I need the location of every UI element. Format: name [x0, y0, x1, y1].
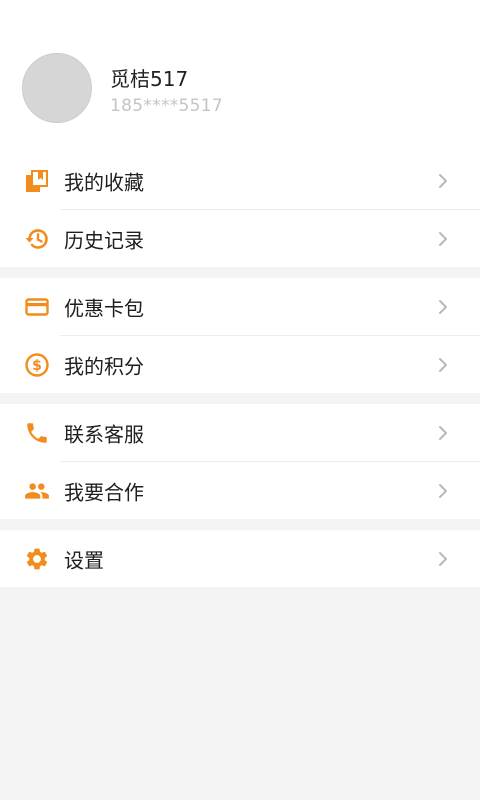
chevron-right-icon — [439, 483, 447, 498]
card-icon — [24, 294, 50, 320]
menu-item-settings[interactable]: 设置 — [0, 530, 480, 587]
menu-group-2: 优惠卡包 $ 我的积分 — [0, 278, 480, 393]
phone-icon — [24, 420, 50, 446]
history-icon — [24, 226, 50, 252]
favorites-icon — [24, 168, 50, 194]
menu-item-coupons[interactable]: 优惠卡包 — [0, 278, 480, 335]
chevron-right-icon — [439, 299, 447, 314]
menu-label-favorites: 我的收藏 — [64, 170, 144, 194]
section-gap — [0, 393, 480, 404]
menu-item-service[interactable]: 联系客服 — [0, 404, 480, 461]
chevron-right-icon — [439, 173, 447, 188]
chevron-right-icon — [439, 425, 447, 440]
chevron-right-icon — [439, 231, 447, 246]
menu-group-3: 联系客服 我要合作 — [0, 404, 480, 519]
menu-label-history: 历史记录 — [64, 228, 144, 252]
menu-item-favorites[interactable]: 我的收藏 — [0, 152, 480, 209]
svg-text:$: $ — [32, 358, 42, 374]
menu-label-settings: 设置 — [64, 548, 104, 572]
profile-screen: 觅桔517 185****5517 我的收藏 历史记录 优惠卡包 $ 我的积分 … — [0, 0, 480, 800]
people-icon — [24, 478, 50, 504]
chevron-right-icon — [439, 357, 447, 372]
chevron-right-icon — [439, 551, 447, 566]
menu-label-cooperate: 我要合作 — [64, 480, 144, 504]
phone-number: 185****5517 — [110, 96, 224, 116]
menu-group-1: 我的收藏 历史记录 — [0, 152, 480, 267]
menu-label-points: 我的积分 — [64, 354, 144, 378]
menu-group-4: 设置 — [0, 530, 480, 587]
username: 觅桔517 — [110, 67, 189, 91]
menu-item-points[interactable]: $ 我的积分 — [0, 336, 480, 393]
profile-header[interactable]: 觅桔517 185****5517 — [0, 0, 480, 152]
menu-label-service: 联系客服 — [64, 422, 144, 446]
section-gap — [0, 519, 480, 530]
section-gap — [0, 267, 480, 278]
avatar[interactable] — [22, 53, 92, 123]
menu-label-coupons: 优惠卡包 — [64, 296, 144, 320]
gear-icon — [24, 546, 50, 572]
menu-item-cooperate[interactable]: 我要合作 — [0, 462, 480, 519]
menu-item-history[interactable]: 历史记录 — [0, 210, 480, 267]
dollar-coin-icon: $ — [24, 352, 50, 378]
